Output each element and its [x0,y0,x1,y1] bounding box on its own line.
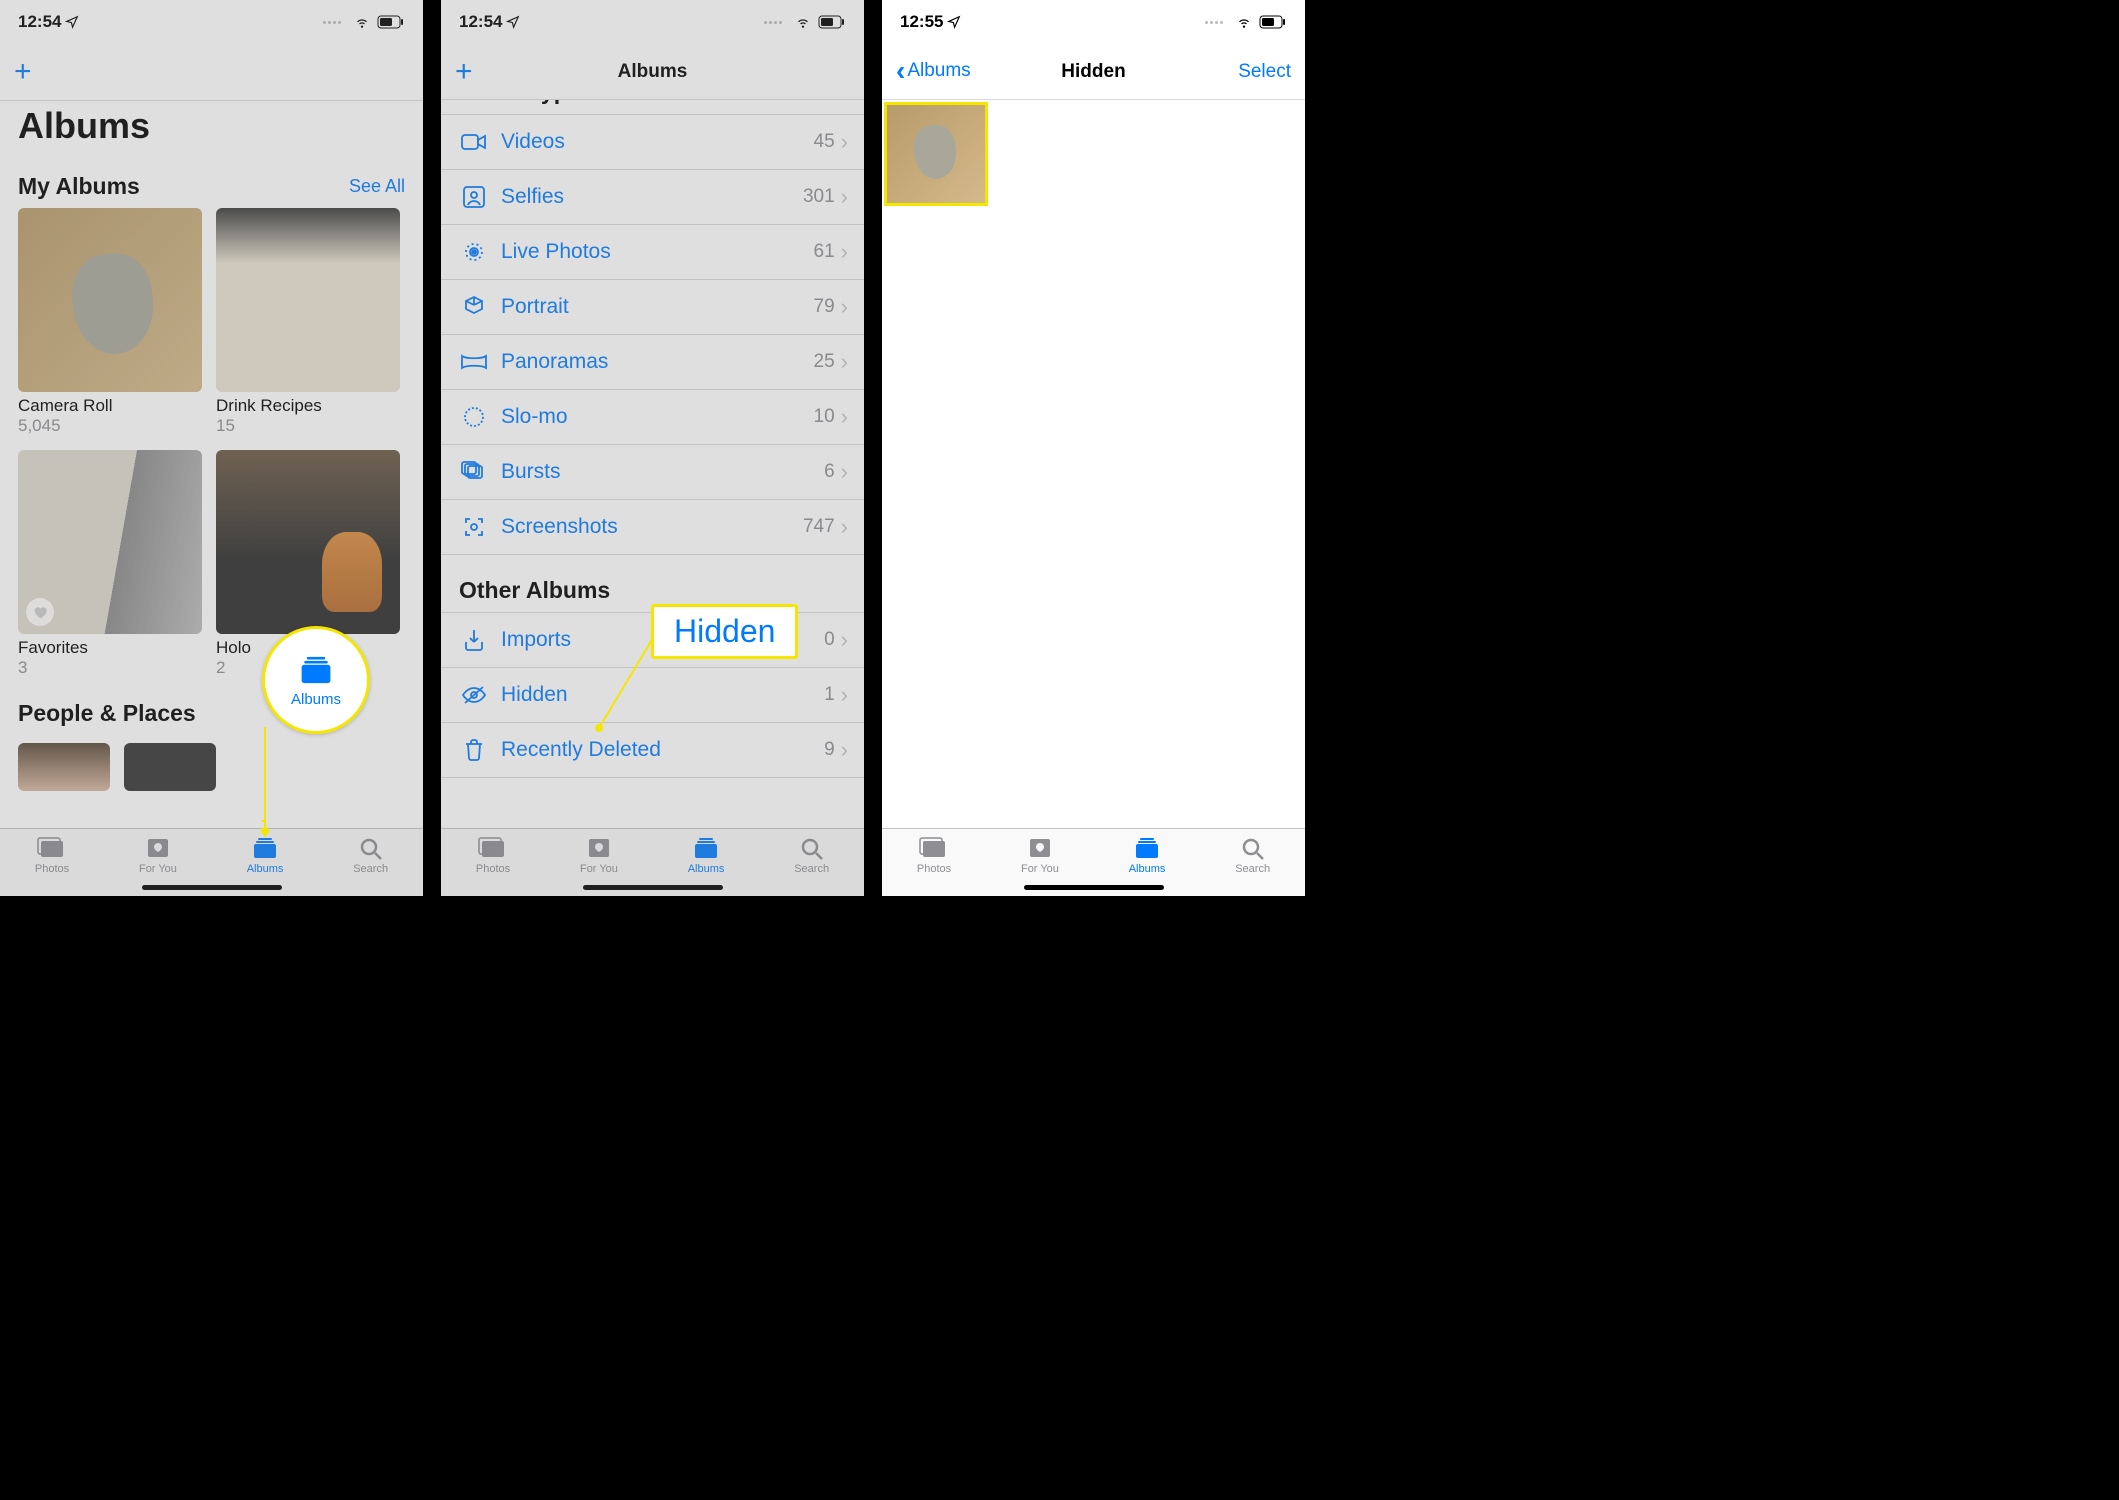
row-panoramas[interactable]: Panoramas 25 › [441,335,864,390]
nav-bar: ‹ Albums Hidden Select [882,44,1305,100]
screenshot-3-hidden-album: 12:55 ‹ Albums Hidden Select Photos [882,0,1305,896]
home-indicator[interactable] [583,885,723,890]
cellular-icon [764,21,782,24]
slomo-icon [457,405,491,429]
tab-photos[interactable]: Photos [35,835,69,896]
row-live-photos[interactable]: Live Photos 61 › [441,225,864,280]
status-time: 12:55 [900,12,943,32]
wifi-icon [353,15,371,29]
tab-search[interactable]: Search [794,835,829,896]
row-selfies[interactable]: Selfies 301 › [441,170,864,225]
media-types-list: Videos 45 › Selfies 301 › Live Photos 61… [441,114,864,555]
home-indicator[interactable] [142,885,282,890]
section-media-types-partial: Media Types [441,100,864,106]
hidden-icon [457,685,491,705]
portrait-icon [457,295,491,319]
nav-title: Albums [441,61,864,83]
chevron-right-icon: › [841,239,848,265]
chevron-right-icon: › [841,184,848,210]
location-icon [506,15,520,29]
battery-icon [1259,15,1287,29]
chevron-right-icon: › [841,294,848,320]
chevron-right-icon: › [841,459,848,485]
row-hidden[interactable]: Hidden 1 › [441,668,864,723]
status-bar: 12:55 [882,0,1305,44]
row-screenshots[interactable]: Screenshots 747 › [441,500,864,555]
chevron-right-icon: › [841,682,848,708]
chevron-right-icon: › [841,514,848,540]
cellular-icon [1205,21,1223,24]
chevron-right-icon: › [841,404,848,430]
row-videos[interactable]: Videos 45 › [441,115,864,170]
chevron-right-icon: › [841,129,848,155]
annotation-albums-tab-highlight: Albums [262,626,370,734]
chevron-right-icon: › [841,627,848,653]
status-time: 12:54 [459,12,502,32]
section-my-albums: My Albums [18,173,140,200]
add-album-button[interactable]: + [14,57,32,87]
location-icon [947,15,961,29]
selfie-icon [457,185,491,209]
page-title: Albums [0,101,423,159]
video-icon [457,132,491,152]
nav-title: Hidden [882,61,1305,83]
battery-icon [818,15,846,29]
cellular-icon [323,21,341,24]
album-favorites[interactable]: Favorites 3 [18,450,202,678]
wifi-icon [1235,15,1253,29]
chevron-right-icon: › [841,737,848,763]
screenshot-2-albums-list: 12:54 + Albums Media Types Videos 45 › [441,0,864,896]
tab-search[interactable]: Search [1235,835,1270,896]
album-drink-recipes[interactable]: Drink Recipes 15 [216,208,400,436]
location-icon [65,15,79,29]
nav-bar: + Albums [441,44,864,100]
row-bursts[interactable]: Bursts 6 › [441,445,864,500]
screenshot-icon [457,515,491,539]
wifi-icon [794,15,812,29]
status-bar: 12:54 [441,0,864,44]
home-indicator[interactable] [1024,885,1164,890]
burst-icon [457,461,491,483]
album-camera-roll[interactable]: Camera Roll 5,045 [18,208,202,436]
annotation-hidden-highlight: Hidden [651,604,798,659]
hidden-photo-1[interactable] [884,102,988,206]
row-portrait[interactable]: Portrait 79 › [441,280,864,335]
status-time: 12:54 [18,12,61,32]
person-thumb-1[interactable] [18,743,110,791]
tab-search[interactable]: Search [353,835,388,896]
live-photos-icon [457,240,491,264]
row-slo-mo[interactable]: Slo-mo 10 › [441,390,864,445]
nav-bar: + [0,44,423,100]
row-recently-deleted[interactable]: Recently Deleted 9 › [441,723,864,778]
chevron-right-icon: › [841,349,848,375]
battery-icon [377,15,405,29]
heart-icon [26,598,54,626]
tab-photos[interactable]: Photos [917,835,951,896]
trash-icon [457,738,491,762]
screenshot-1-albums-overview: 12:54 + Albums My Albums See All C [0,0,423,896]
panorama-icon [457,352,491,372]
status-bar: 12:54 [0,0,423,44]
person-thumb-2[interactable] [124,743,216,791]
import-icon [457,628,491,652]
tab-photos[interactable]: Photos [476,835,510,896]
see-all-link[interactable]: See All [349,176,405,197]
